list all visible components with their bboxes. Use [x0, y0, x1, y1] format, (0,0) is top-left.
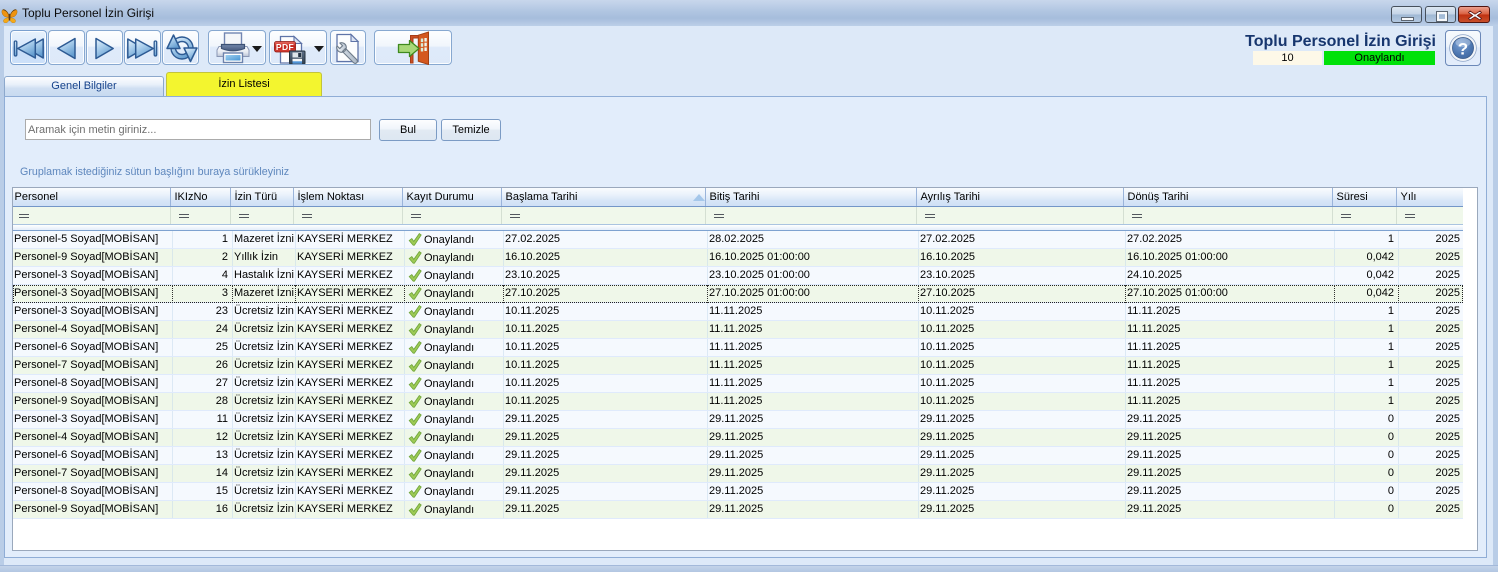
svg-text:?: ? — [1458, 40, 1468, 59]
svg-text:PDF: PDF — [276, 42, 294, 52]
